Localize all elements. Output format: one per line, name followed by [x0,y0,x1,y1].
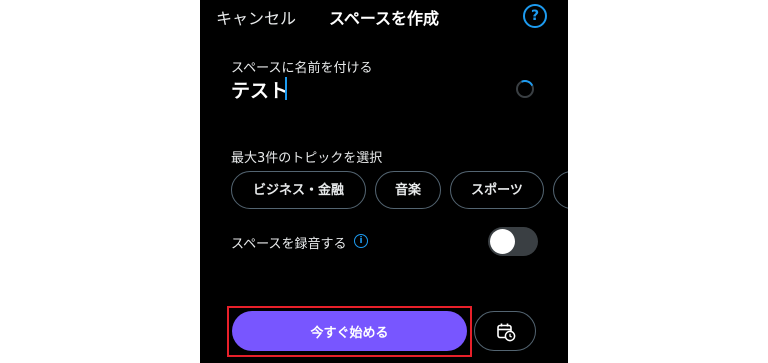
topic-chip-more[interactable] [553,171,568,209]
create-space-screen: キャンセル スペースを作成 ? スペースに名前を付ける 最大3件のトピックを選択… [200,0,568,363]
schedule-button[interactable] [474,311,536,351]
page-title: スペースを作成 [328,9,440,28]
character-count-indicator [516,80,534,98]
toggle-knob [490,229,515,254]
topic-chip-music[interactable]: 音楽 [375,171,441,209]
topic-chip-business-finance[interactable]: ビジネス・金融 [231,171,366,209]
space-name-label: スペースに名前を付ける [231,61,373,76]
record-space-label: スペースを録音する [231,237,347,252]
info-icon[interactable]: i [354,234,368,248]
record-toggle[interactable] [488,227,538,256]
space-name-input[interactable] [231,76,491,102]
topics-label: 最大3件のトピックを選択 [231,151,383,166]
calendar-clock-icon [497,323,516,342]
help-icon[interactable]: ? [523,4,547,28]
topic-chip-sports[interactable]: スポーツ [450,171,544,209]
header: キャンセル スペースを作成 ? [200,0,568,32]
topic-chip-list: ビジネス・金融 音楽 スポーツ [231,171,568,211]
text-cursor [285,77,287,100]
start-now-button[interactable]: 今すぐ始める [232,311,467,351]
